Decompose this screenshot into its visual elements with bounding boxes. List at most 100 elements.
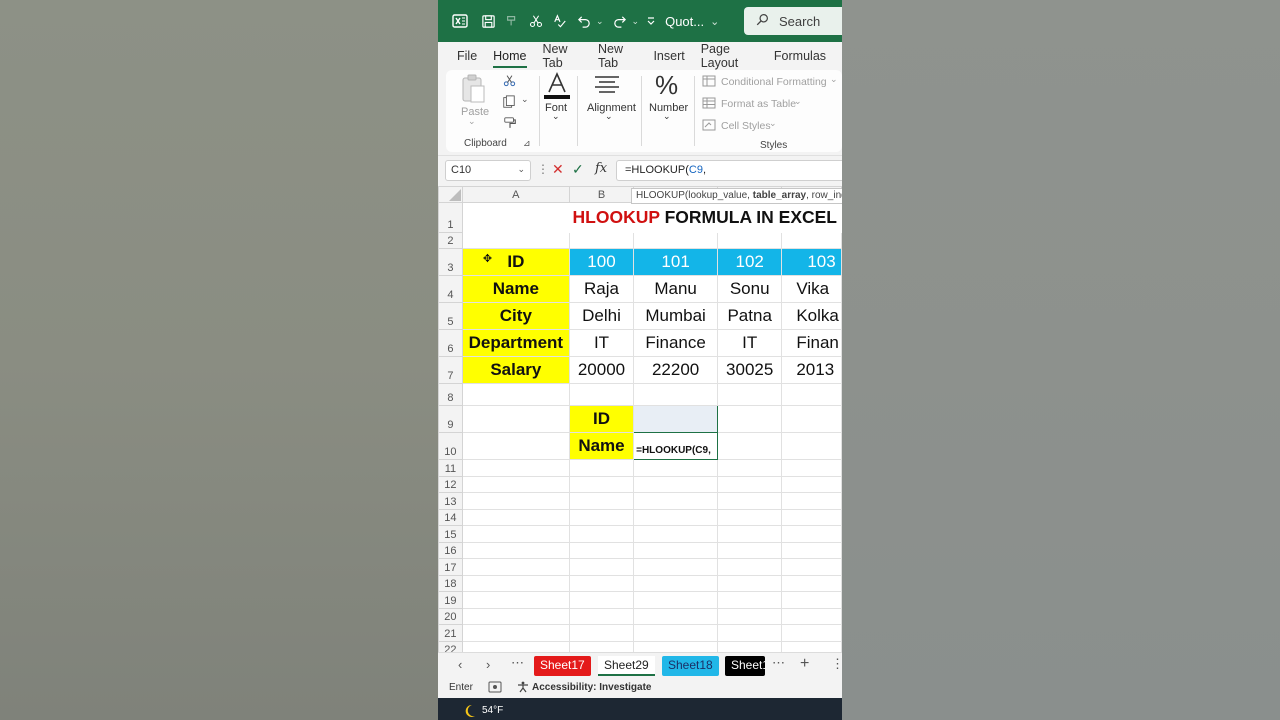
cell[interactable] bbox=[461, 591, 570, 609]
tab-page-layout[interactable]: Page Layout bbox=[701, 42, 758, 70]
weather-temperature[interactable]: 54°F bbox=[482, 705, 503, 716]
cell[interactable] bbox=[781, 383, 842, 406]
undo-dropdown-chevron-icon[interactable]: ⌄ bbox=[596, 16, 604, 27]
name-cell[interactable]: Manu bbox=[633, 275, 719, 303]
cell[interactable] bbox=[568, 558, 635, 576]
cell[interactable] bbox=[781, 624, 842, 642]
city-cell[interactable]: Patna bbox=[717, 302, 783, 330]
cell[interactable] bbox=[568, 492, 635, 510]
paste-chevron-icon[interactable]: ⌄ bbox=[468, 116, 476, 127]
id-cell[interactable]: 103 bbox=[781, 248, 842, 276]
name-box[interactable]: C10 ⌄ bbox=[445, 160, 531, 181]
header-cell-salary[interactable]: Salary bbox=[461, 356, 570, 384]
cell[interactable] bbox=[717, 591, 783, 609]
accessibility-icon[interactable] bbox=[517, 681, 529, 696]
search-box[interactable]: Search bbox=[744, 7, 842, 35]
copy-chevron-icon[interactable]: ⌄ bbox=[521, 94, 529, 105]
cell[interactable] bbox=[717, 383, 783, 406]
row-header[interactable]: 13 bbox=[438, 492, 463, 510]
tab-new-tab-2[interactable]: New Tab bbox=[598, 42, 637, 70]
cell[interactable] bbox=[633, 541, 719, 559]
cell[interactable] bbox=[633, 591, 719, 609]
cell[interactable] bbox=[461, 383, 570, 406]
cell[interactable] bbox=[568, 640, 635, 652]
tab-insert[interactable]: Insert bbox=[653, 42, 684, 70]
row-header[interactable]: 10 bbox=[438, 432, 463, 460]
cell[interactable] bbox=[461, 640, 570, 652]
cell-styles-label[interactable]: Cell Styles bbox=[721, 120, 771, 132]
department-cell[interactable]: Finance bbox=[633, 329, 719, 357]
next-sheet-icon[interactable]: › bbox=[486, 657, 490, 672]
cell[interactable] bbox=[461, 432, 570, 460]
sheet-title-cell[interactable]: HLOOKUP FORMULA IN EXCEL bbox=[461, 202, 842, 233]
cell[interactable] bbox=[717, 541, 783, 559]
cell[interactable] bbox=[633, 508, 719, 526]
format-as-table-chevron-icon[interactable]: ⌄ bbox=[794, 96, 802, 107]
row-header[interactable]: 8 bbox=[438, 383, 463, 406]
row-header[interactable]: 14 bbox=[438, 508, 463, 526]
cell[interactable] bbox=[781, 459, 842, 477]
cell[interactable] bbox=[781, 492, 842, 510]
salary-cell[interactable]: 2013 bbox=[781, 356, 842, 384]
department-cell[interactable]: IT bbox=[717, 329, 783, 357]
active-editing-cell[interactable]: =HLOOKUP(C9, bbox=[633, 432, 719, 460]
title-chevron-icon[interactable]: ⌄ bbox=[710, 15, 719, 28]
header-cell-city[interactable]: City bbox=[461, 302, 570, 330]
percent-icon[interactable]: % bbox=[655, 70, 678, 101]
conditional-formatting-chevron-icon[interactable]: ⌄ bbox=[830, 74, 838, 85]
cell[interactable] bbox=[633, 607, 719, 625]
tab-new-tab-1[interactable]: New Tab bbox=[543, 42, 582, 70]
save-icon[interactable] bbox=[476, 9, 500, 33]
name-cell[interactable]: Vika bbox=[781, 275, 842, 303]
format-as-table-label[interactable]: Format as Table bbox=[721, 98, 796, 110]
cell[interactable] bbox=[633, 558, 719, 576]
cell[interactable] bbox=[781, 525, 842, 543]
column-header-b[interactable]: B bbox=[568, 186, 635, 203]
cell[interactable] bbox=[461, 624, 570, 642]
cell[interactable] bbox=[568, 383, 635, 406]
row-header[interactable]: 15 bbox=[438, 525, 463, 543]
row-header[interactable]: 4 bbox=[438, 275, 463, 303]
row-header[interactable]: 6 bbox=[438, 329, 463, 357]
clipboard-launcher-icon[interactable]: ⊿ bbox=[523, 138, 531, 149]
lookup-id-label[interactable]: ID bbox=[568, 405, 635, 433]
name-cell[interactable]: Raja bbox=[568, 275, 635, 303]
cell[interactable] bbox=[717, 607, 783, 625]
cell[interactable] bbox=[568, 624, 635, 642]
lookup-id-input-cell[interactable] bbox=[633, 405, 719, 433]
cell[interactable] bbox=[717, 508, 783, 526]
cell[interactable] bbox=[781, 607, 842, 625]
format-as-table-icon[interactable] bbox=[702, 97, 716, 112]
row-header[interactable]: 17 bbox=[438, 558, 463, 576]
cell[interactable] bbox=[633, 459, 719, 477]
worksheet-table[interactable]: A B 1 HLOOKUP FORMULA IN EXCEL 2 3 ✥ ID bbox=[438, 186, 842, 652]
cut-icon[interactable] bbox=[524, 9, 548, 33]
cell[interactable] bbox=[633, 624, 719, 642]
row-header[interactable]: 7 bbox=[438, 356, 463, 384]
cell[interactable] bbox=[717, 624, 783, 642]
row-header[interactable]: 5 bbox=[438, 302, 463, 330]
customize-toolbar-icon[interactable] bbox=[643, 9, 659, 33]
department-cell[interactable]: IT bbox=[568, 329, 635, 357]
accessibility-status[interactable]: Accessibility: Investigate bbox=[532, 682, 652, 693]
city-cell[interactable]: Kolka bbox=[781, 302, 842, 330]
more-options-icon[interactable]: ⋮ bbox=[537, 162, 549, 176]
insert-function-icon[interactable]: fx bbox=[595, 161, 607, 176]
id-cell[interactable]: 100 bbox=[568, 248, 635, 276]
row-header[interactable]: 9 bbox=[438, 405, 463, 433]
cell[interactable] bbox=[461, 405, 570, 433]
row-header[interactable]: 19 bbox=[438, 591, 463, 609]
conditional-formatting-label[interactable]: Conditional Formatting bbox=[721, 76, 827, 88]
cell[interactable] bbox=[633, 492, 719, 510]
cell[interactable] bbox=[568, 541, 635, 559]
lookup-name-label[interactable]: Name bbox=[568, 432, 635, 460]
undo-icon[interactable] bbox=[572, 9, 596, 33]
enter-check-icon[interactable]: ✓ bbox=[572, 161, 584, 178]
cell[interactable] bbox=[461, 525, 570, 543]
font-chevron-icon[interactable]: ⌄ bbox=[552, 111, 560, 122]
cell[interactable] bbox=[633, 475, 719, 493]
row-header[interactable]: 2 bbox=[438, 232, 463, 249]
cancel-icon[interactable]: ✕ bbox=[552, 161, 564, 178]
paste-icon[interactable] bbox=[460, 74, 486, 104]
cell[interactable] bbox=[717, 475, 783, 493]
